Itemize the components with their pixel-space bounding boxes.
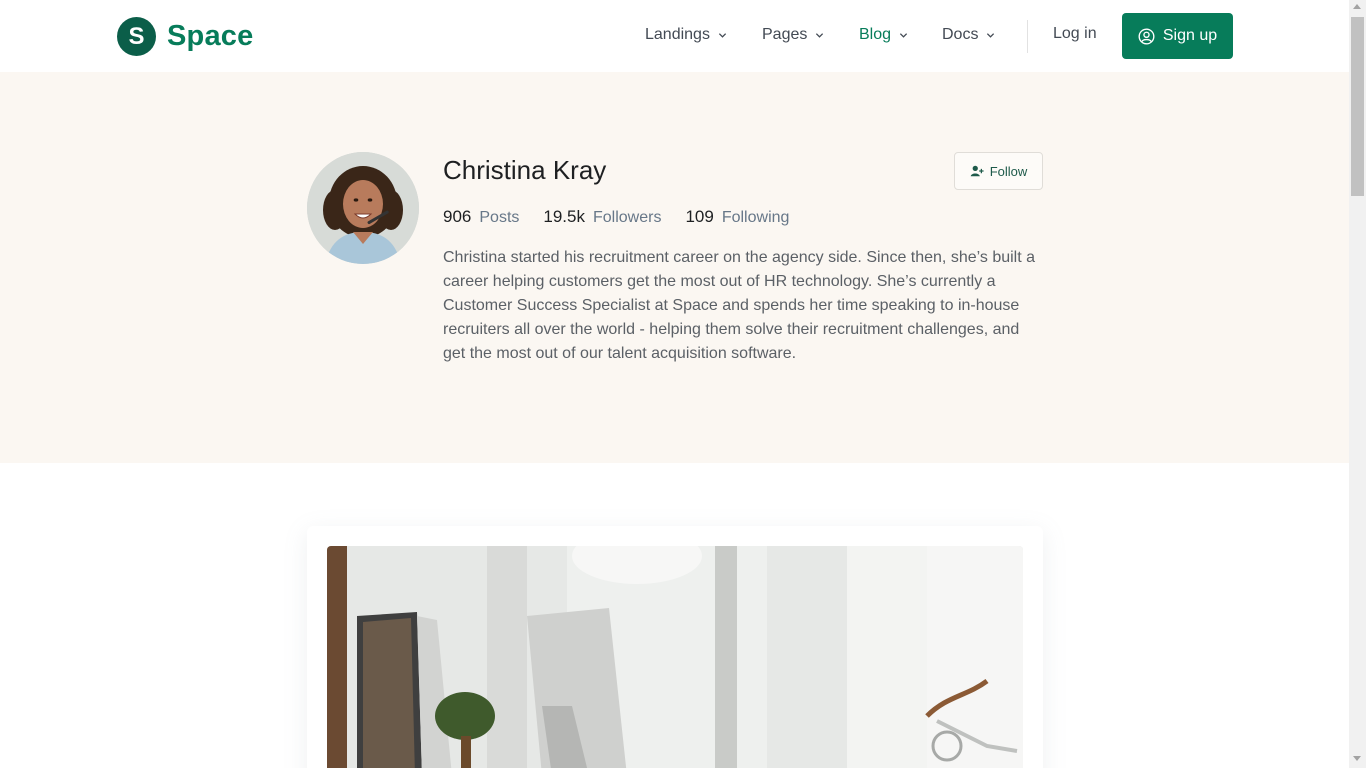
signup-button[interactable]: Sign up bbox=[1122, 13, 1233, 59]
nav-divider bbox=[1027, 20, 1028, 53]
chevron-down-icon bbox=[815, 31, 824, 39]
brand-logo[interactable]: S Space bbox=[117, 17, 253, 56]
nav-item-pages[interactable]: Pages bbox=[762, 26, 824, 44]
nav-item-label: Blog bbox=[859, 26, 892, 43]
scroll-down-arrow-icon[interactable] bbox=[1353, 756, 1361, 761]
stat-label: Followers bbox=[592, 209, 662, 226]
post-card[interactable] bbox=[307, 526, 1043, 768]
logo-mark: S bbox=[117, 17, 156, 56]
chevron-down-icon bbox=[718, 31, 727, 39]
nav-item-docs[interactable]: Docs bbox=[942, 26, 995, 44]
page-scrollbar[interactable] bbox=[1349, 0, 1366, 768]
stat-value: 19.5k bbox=[543, 207, 585, 226]
nav-item-label: Landings bbox=[645, 26, 710, 43]
chevron-down-icon bbox=[899, 31, 908, 39]
site-header: S Space Landings Pages Blog Docs Log in … bbox=[0, 0, 1349, 72]
nav-item-label: Pages bbox=[762, 26, 808, 43]
chevron-down-icon bbox=[986, 31, 995, 39]
scroll-up-arrow-icon[interactable] bbox=[1353, 4, 1361, 9]
follow-button[interactable]: Follow bbox=[954, 152, 1043, 190]
follow-label: Follow bbox=[989, 163, 1028, 179]
stat-label: Following bbox=[721, 209, 790, 226]
stat-followers[interactable]: 19.5k Followers bbox=[543, 207, 661, 227]
profile-name: Christina Kray bbox=[443, 155, 607, 185]
stat-posts[interactable]: 906 Posts bbox=[443, 207, 519, 227]
user-circle-icon bbox=[1138, 28, 1155, 45]
profile-stats: 906 Posts 19.5k Followers 109 Following bbox=[443, 207, 813, 227]
avatar bbox=[307, 152, 419, 264]
login-link[interactable]: Log in bbox=[1053, 25, 1097, 43]
stat-following[interactable]: 109 Following bbox=[685, 207, 789, 227]
nav-item-landings[interactable]: Landings bbox=[645, 26, 727, 44]
logo-text: Space bbox=[167, 20, 254, 52]
stat-value: 906 bbox=[443, 207, 472, 226]
nav-item-label: Docs bbox=[942, 26, 979, 43]
stat-value: 109 bbox=[685, 207, 714, 226]
user-plus-icon bbox=[970, 164, 984, 178]
scrollbar-thumb[interactable] bbox=[1351, 17, 1364, 196]
nav-item-blog[interactable]: Blog bbox=[859, 26, 908, 44]
signup-label: Sign up bbox=[1162, 27, 1218, 44]
post-image[interactable] bbox=[327, 546, 1023, 768]
profile-bio: Christina started his recruitment career… bbox=[443, 249, 1036, 362]
stat-label: Posts bbox=[479, 209, 520, 226]
